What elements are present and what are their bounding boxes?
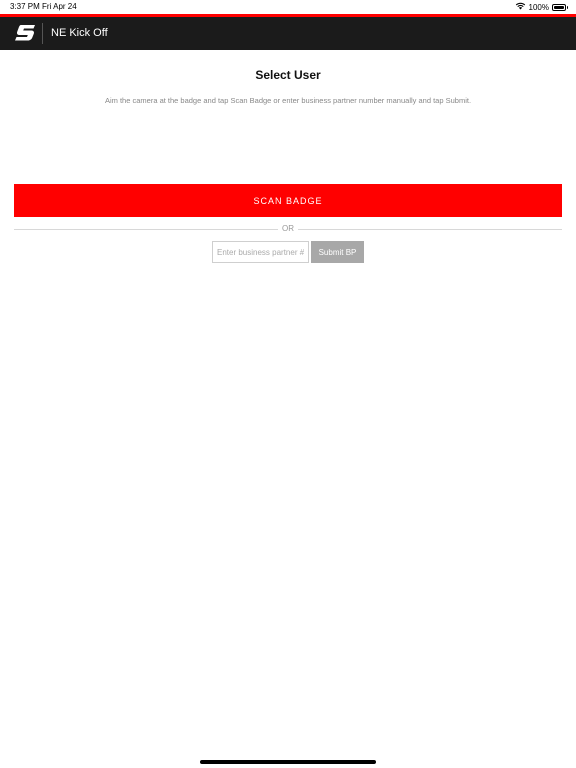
status-bar: 3:37 PM Fri Apr 24 100%: [0, 0, 576, 14]
status-indicators: 100%: [515, 2, 568, 12]
page-title: Select User: [255, 68, 321, 82]
nav-bar: NE Kick Off: [0, 17, 576, 50]
battery-icon: [552, 3, 568, 11]
battery-percent: 100%: [528, 2, 549, 12]
app-title: NE Kick Off: [51, 27, 108, 39]
submit-bp-button[interactable]: Submit BP: [311, 241, 364, 263]
scan-badge-button[interactable]: SCAN BADGE: [14, 184, 562, 217]
brand-logo-icon: [14, 24, 36, 42]
home-indicator: [200, 760, 376, 764]
wifi-icon: [515, 2, 526, 12]
status-time: 3:37 PM: [10, 2, 40, 11]
instructions-text: Aim the camera at the badge and tap Scan…: [104, 96, 472, 105]
separator-line-right: [298, 229, 562, 230]
or-separator: OR: [14, 224, 562, 234]
status-date: Fri Apr 24: [42, 2, 77, 11]
business-partner-input[interactable]: [212, 241, 309, 263]
battery-fill: [554, 5, 564, 9]
nav-divider: [42, 23, 43, 44]
